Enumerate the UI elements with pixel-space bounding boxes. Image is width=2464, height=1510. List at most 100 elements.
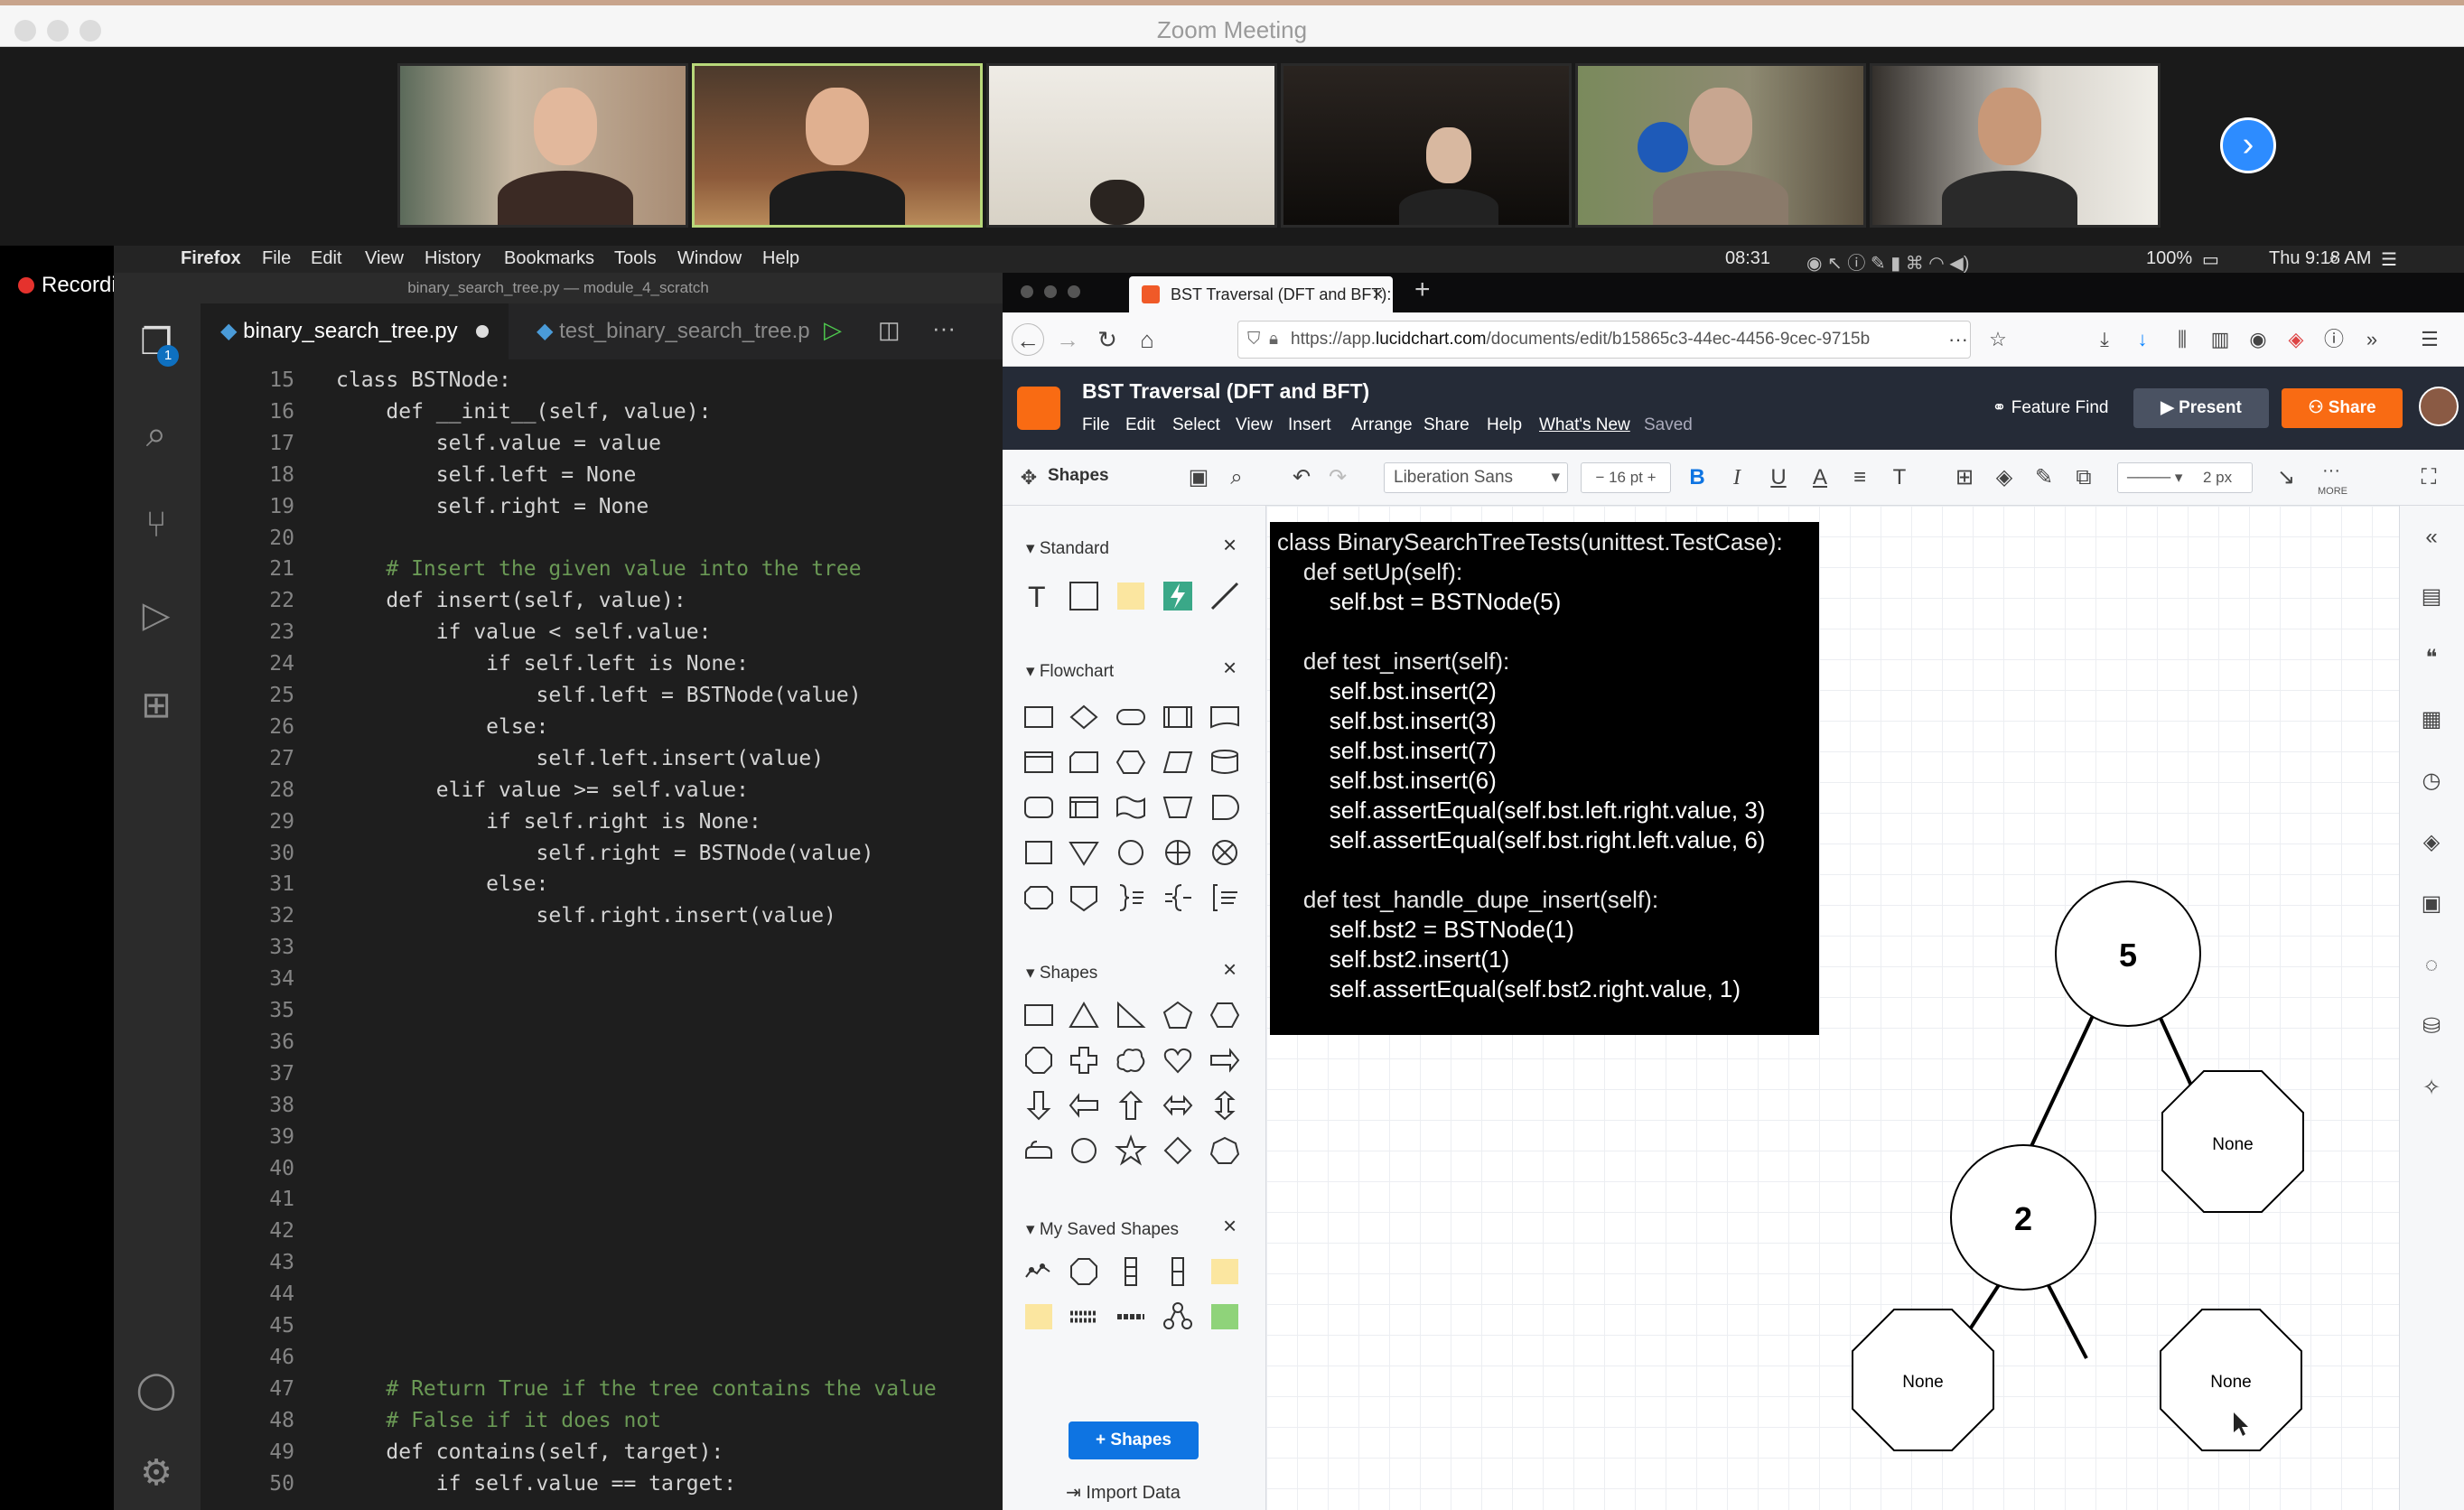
- text-shape-icon[interactable]: T: [1022, 580, 1055, 612]
- data-linking-icon[interactable]: ⛁: [2416, 1011, 2447, 1042]
- menu-view[interactable]: View: [365, 248, 404, 269]
- menu-help[interactable]: Help: [762, 248, 799, 269]
- library-shape-icon[interactable]: [1068, 836, 1100, 869]
- menu-window[interactable]: Window: [677, 248, 742, 269]
- table-icon[interactable]: ⊞: [1949, 462, 1980, 493]
- library-shape-icon[interactable]: [1162, 1089, 1194, 1122]
- page-actions-icon[interactable]: ···: [1942, 323, 1974, 356]
- undo-icon[interactable]: ↶: [1286, 462, 1317, 493]
- image-icon[interactable]: ▣: [1183, 462, 1214, 493]
- text-color-icon[interactable]: A: [1805, 462, 1835, 493]
- menu-edit[interactable]: Edit: [311, 248, 341, 269]
- lc-menu-share[interactable]: Share: [1423, 415, 1470, 435]
- run-file-icon[interactable]: ▷: [824, 316, 842, 344]
- library-shape-icon[interactable]: [1022, 701, 1055, 733]
- participant-video-tile[interactable]: [397, 63, 688, 228]
- add-shapes-button[interactable]: + Shapes: [1069, 1421, 1199, 1459]
- italic-icon[interactable]: I: [1722, 462, 1752, 493]
- zoom-window-button[interactable]: [1068, 285, 1080, 298]
- section-shapes[interactable]: ▾ Shapes: [1026, 963, 1097, 983]
- library-shape-icon[interactable]: [1209, 1044, 1241, 1077]
- forward-arrow-icon[interactable]: →: [1051, 323, 1084, 356]
- library-shape-icon[interactable]: [1115, 1134, 1147, 1167]
- library-shape-icon[interactable]: [1115, 881, 1147, 914]
- accounts-icon[interactable]: ◯: [134, 1367, 179, 1412]
- present-button[interactable]: ▶︎ Present: [2133, 388, 2269, 428]
- run-debug-icon[interactable]: ▷: [134, 592, 179, 638]
- library-shape-icon[interactable]: [1068, 791, 1100, 824]
- library-shape-icon[interactable]: [1022, 836, 1055, 869]
- browser-tab-lucidchart[interactable]: BST Traversal (DFT and BFT): L ×: [1129, 276, 1393, 312]
- font-size-stepper[interactable]: − 16 pt +: [1581, 462, 1671, 493]
- library-shape-icon[interactable]: [1068, 881, 1100, 914]
- section-standard[interactable]: ▾ Standard: [1026, 538, 1109, 559]
- library-shape-icon[interactable]: [1068, 999, 1100, 1031]
- library-shape-icon[interactable]: [1068, 1044, 1100, 1077]
- library-shape-icon[interactable]: [1115, 791, 1147, 824]
- shield-icon[interactable]: ⛉: [1247, 322, 1260, 358]
- library-shape-icon[interactable]: [1068, 1089, 1100, 1122]
- menu-history[interactable]: History: [425, 248, 481, 269]
- datetime[interactable]: Thu 9:18 AM: [2269, 248, 2371, 269]
- more-actions-icon[interactable]: ···: [932, 314, 956, 342]
- library-shape-icon[interactable]: [1022, 1089, 1055, 1122]
- collapse-panel-icon[interactable]: «: [2416, 522, 2447, 553]
- avatar[interactable]: [2419, 387, 2459, 426]
- library-shape-icon[interactable]: [1022, 1300, 1055, 1333]
- lucidchart-logo-icon[interactable]: [1017, 387, 1060, 430]
- library-shape-icon[interactable]: [1022, 746, 1055, 778]
- tab-binary-search-tree[interactable]: ◆ binary_search_tree.py: [201, 303, 509, 359]
- rectangle-shape-icon[interactable]: [1068, 580, 1100, 612]
- hamburger-menu-icon[interactable]: ☰: [2413, 323, 2446, 356]
- edge-left-right[interactable]: [2041, 1274, 2088, 1359]
- code-editor[interactable]: 15 class BSTNode: 16 def __init__(self, va…: [201, 359, 1003, 1510]
- library-shape-icon[interactable]: [1162, 1134, 1194, 1167]
- sidebar-icon[interactable]: ▥: [2204, 323, 2236, 356]
- node-root[interactable]: 5: [2055, 881, 2201, 1027]
- account-icon[interactable]: ◉: [2242, 323, 2274, 356]
- library-shape-icon[interactable]: [1209, 1255, 1241, 1288]
- unsaved-dot-icon[interactable]: [476, 325, 490, 338]
- status-icons[interactable]: ◉ ↖ ⓘ ✎ ▮ ⌘ ◠ ◀): [1806, 248, 1969, 275]
- menu-bookmarks[interactable]: Bookmarks: [504, 248, 594, 269]
- line-color-icon[interactable]: ✎: [2029, 462, 2059, 493]
- library-shape-icon[interactable]: [1115, 1255, 1147, 1288]
- participant-video-tile[interactable]: [986, 63, 1277, 228]
- search-icon[interactable]: ⌕: [134, 412, 179, 457]
- library-shape-icon[interactable]: [1022, 1134, 1055, 1167]
- library-shape-icon[interactable]: [1162, 791, 1194, 824]
- layers-icon[interactable]: ◈: [2416, 827, 2447, 858]
- library-shape-icon[interactable]: [1022, 999, 1055, 1031]
- library-shape-icon[interactable]: [1209, 1089, 1241, 1122]
- spotlight-search-icon[interactable]: ⌕: [2329, 248, 2338, 269]
- library-shape-icon[interactable]: [1115, 836, 1147, 869]
- close-section-icon[interactable]: ×: [1223, 1212, 1237, 1240]
- share-button[interactable]: ⚇ Share: [2282, 388, 2403, 428]
- library-shape-icon[interactable]: [1068, 746, 1100, 778]
- document-title[interactable]: BST Traversal (DFT and BFT): [1082, 379, 1369, 404]
- home-icon[interactable]: ⌂: [1131, 323, 1163, 356]
- library-shape-icon[interactable]: [1115, 1300, 1147, 1333]
- extension-icon[interactable]: ◈: [2280, 323, 2312, 356]
- note-shape-icon[interactable]: [1115, 580, 1147, 612]
- library-shape-icon[interactable]: [1162, 701, 1194, 733]
- lc-menu-arrange[interactable]: Arrange: [1351, 415, 1413, 435]
- library-shape-icon[interactable]: [1068, 1300, 1100, 1333]
- page-settings-icon[interactable]: ▤: [2416, 582, 2447, 612]
- node-left[interactable]: 2: [1950, 1144, 2096, 1291]
- close-section-icon[interactable]: ×: [1223, 955, 1237, 983]
- node-left-right-leaf[interactable]: None: [2160, 1309, 2302, 1451]
- library-shape-icon[interactable]: [1209, 701, 1241, 733]
- library-shape-icon[interactable]: [1115, 999, 1147, 1031]
- downloads-icon[interactable]: ↓: [2126, 323, 2159, 356]
- minimize-window-button[interactable]: [1044, 285, 1057, 298]
- library-shape-icon[interactable]: [1068, 701, 1100, 733]
- library-shape-icon[interactable]: [1068, 1255, 1100, 1288]
- close-section-icon[interactable]: ×: [1223, 654, 1237, 682]
- library-shape-icon[interactable]: [1022, 881, 1055, 914]
- lc-menu-whats-new[interactable]: What's New: [1539, 415, 1630, 435]
- extensions-icon[interactable]: ⊞: [134, 683, 179, 728]
- library-shape-icon[interactable]: [1162, 836, 1194, 869]
- close-section-icon[interactable]: ×: [1223, 531, 1237, 559]
- reload-icon[interactable]: ↻: [1091, 323, 1124, 356]
